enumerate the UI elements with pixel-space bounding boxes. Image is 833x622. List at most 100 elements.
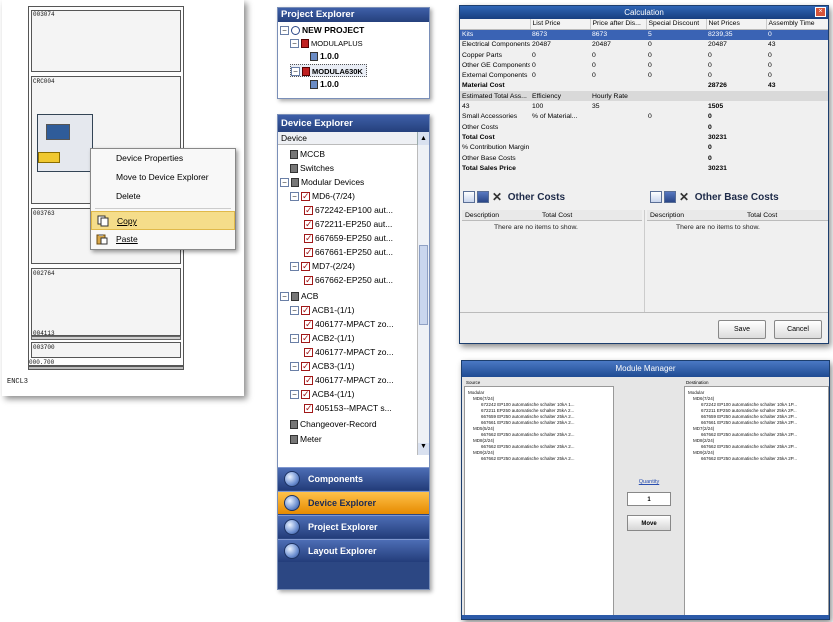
tree-item[interactable]: 667661 EP250 automatische schalter 25kA … xyxy=(481,420,575,425)
checkbox[interactable] xyxy=(304,232,313,245)
cabinet-compartment[interactable] xyxy=(31,10,181,72)
column-header[interactable]: Net Prices xyxy=(706,19,767,30)
table-row[interactable]: 43 100 35 1505 xyxy=(460,101,828,111)
table-row[interactable]: Small Accessories % of Material... 0 0 xyxy=(460,112,828,122)
tree-item[interactable]: MD8(2/24) xyxy=(693,438,714,443)
tree-item[interactable]: 667662 EP250 automatische schalter 25kA … xyxy=(481,432,575,437)
tree-item[interactable]: 667662 EP250 automatische schalter 25kA … xyxy=(481,456,575,461)
tree-item[interactable]: 672242 EP100 automatische schalter 10kA … xyxy=(701,402,797,407)
tree-node[interactable]: − ACB4-(1/1) xyxy=(290,388,355,401)
checkbox[interactable] xyxy=(304,274,313,287)
column-header[interactable] xyxy=(460,19,531,30)
column-header[interactable]: Total Cost xyxy=(747,210,777,221)
collapse-icon[interactable]: − xyxy=(290,390,299,400)
tree-node[interactable]: 672242-EP100 aut... xyxy=(304,204,393,217)
save-button[interactable]: Save xyxy=(718,320,766,339)
tree-node[interactable]: Switches xyxy=(290,162,334,175)
nav-device-explorer-button[interactable]: Device Explorer xyxy=(278,491,429,514)
tree-item[interactable]: 672211 EP250 automatische schalter 25kA … xyxy=(701,408,797,413)
tree-node-modulaplus[interactable]: − MODULAPLUS xyxy=(290,37,363,50)
tree-item[interactable]: MD9(2/24) xyxy=(693,450,714,455)
tree-node[interactable]: Changeover-Record xyxy=(290,418,377,431)
tree-item[interactable]: 667662 EP250 automatische schalter 25kA … xyxy=(701,456,797,461)
table-row[interactable]: Other Base Costs 0 xyxy=(460,153,828,163)
tree-item[interactable]: 667662 EP250 automatische schalter 25kA … xyxy=(701,432,797,437)
tree-node[interactable]: − MD6-(7/24) xyxy=(290,190,355,203)
tree-node[interactable]: − ACB1-(1/1) xyxy=(290,304,355,317)
tree-node[interactable]: − ACB xyxy=(280,290,318,303)
tree-node[interactable]: 672211-EP250 aut... xyxy=(304,218,392,231)
destination-tree[interactable]: Modular MD6(7/24) 672242 EP100 automatisch… xyxy=(684,386,829,618)
save-icon[interactable] xyxy=(664,191,676,204)
tree-item[interactable]: MD6(7/24) xyxy=(473,396,494,401)
table-row[interactable]: Electrical Components 20487 20487 0 20487 43 xyxy=(460,40,828,50)
table-row[interactable]: External Components 0 0 0 0 0 xyxy=(460,70,828,80)
tree-node[interactable]: 405153--MPACT s... xyxy=(304,402,392,415)
collapse-icon[interactable]: − xyxy=(290,362,299,372)
device-column-header[interactable]: Device ▲ xyxy=(278,132,429,145)
tree-node[interactable]: − Modular Devices xyxy=(280,176,364,189)
table-row[interactable]: Total Cost 30231 xyxy=(460,132,828,142)
table-row[interactable]: Total Sales Price 30231 xyxy=(460,163,828,173)
scroll-down-icon[interactable]: ▼ xyxy=(418,443,429,455)
collapse-icon[interactable]: − xyxy=(290,262,299,272)
delete-icon[interactable]: ✕ xyxy=(678,191,690,203)
table-row[interactable]: % Contribution Margin 0 xyxy=(460,143,828,153)
checkbox[interactable] xyxy=(304,346,313,359)
tree-node[interactable]: 667661-EP250 aut... xyxy=(304,246,393,259)
tree-node[interactable]: − ACB3-(1/1) xyxy=(290,360,355,373)
tree-item[interactable]: MD9(2/24) xyxy=(473,450,494,455)
checkbox[interactable] xyxy=(304,318,313,331)
tree-item[interactable]: 667662 EP250 automatische schalter 25kA … xyxy=(701,444,797,449)
tree-node[interactable]: 406177-MPACT zo... xyxy=(304,346,394,359)
column-header[interactable]: Special Discount xyxy=(646,19,707,30)
table-row[interactable]: Copper Parts 0 0 0 0 0 xyxy=(460,50,828,60)
collapse-icon[interactable]: − xyxy=(290,334,299,344)
tree-node[interactable]: 667662-EP250 aut... xyxy=(304,274,393,287)
table-row[interactable]: Other Costs 0 xyxy=(460,122,828,132)
checkbox[interactable] xyxy=(301,332,310,345)
tree-node-version[interactable]: 1.0.0 xyxy=(310,50,339,63)
tree-item[interactable]: 667659 EP250 automatische schalter 25kA … xyxy=(481,414,575,419)
checkbox[interactable] xyxy=(301,260,310,273)
tree-node[interactable]: MCCB xyxy=(290,148,325,161)
collapse-icon[interactable]: − xyxy=(290,39,299,49)
tree-node[interactable]: − ACB2-(1/1) xyxy=(290,332,355,345)
delete-icon[interactable]: ✕ xyxy=(491,191,503,203)
column-header[interactable]: Description xyxy=(465,210,499,221)
breaker-device[interactable] xyxy=(37,114,93,172)
checkbox[interactable] xyxy=(304,374,313,387)
column-header[interactable]: Total Cost xyxy=(542,210,572,221)
tree-node-new-project[interactable]: − NEW PROJECT xyxy=(280,24,364,37)
tree-node[interactable]: 406177-MPACT zo... xyxy=(304,318,394,331)
quantity-input[interactable]: 1 xyxy=(627,492,671,506)
collapse-icon[interactable]: − xyxy=(280,26,289,36)
column-header[interactable]: List Price xyxy=(530,19,591,30)
new-icon[interactable] xyxy=(463,191,475,204)
tree-item[interactable]: 667661 EP250 automatische schalter 25kA … xyxy=(701,420,797,425)
tree-item[interactable]: 672211 EP250 automatische schalter 25kA … xyxy=(481,408,574,413)
checkbox[interactable] xyxy=(301,388,310,401)
menu-item-delete[interactable]: Delete xyxy=(91,187,235,206)
table-row[interactable]: Material Cost 28726 43 xyxy=(460,81,828,91)
checkbox[interactable] xyxy=(301,304,310,317)
collapse-icon[interactable]: − xyxy=(291,67,300,77)
move-button[interactable]: Move xyxy=(627,515,671,531)
tree-node[interactable]: − MD7-(2/24) xyxy=(290,260,355,273)
tree-item[interactable]: Modular xyxy=(688,390,704,395)
tree-item[interactable]: MD6(7/24) xyxy=(693,396,714,401)
tree-item[interactable]: MD8(2/24) xyxy=(473,438,494,443)
table-row[interactable]: Estimated Total Ass... Efficiency Hourly R… xyxy=(460,91,828,102)
cabinet-compartment[interactable] xyxy=(31,268,181,336)
nav-components-button[interactable]: Components xyxy=(278,467,429,490)
source-tree[interactable]: Modular MD6(7/24) 672242 EP100 automatisch… xyxy=(464,386,614,618)
close-icon[interactable]: × xyxy=(815,7,826,17)
nav-project-explorer-button[interactable]: Project Explorer xyxy=(278,515,429,538)
checkbox[interactable] xyxy=(304,218,313,231)
checkbox[interactable] xyxy=(301,190,310,203)
scroll-up-icon[interactable]: ▲ xyxy=(417,132,429,145)
tree-node[interactable]: 667659-EP250 aut... xyxy=(304,232,393,245)
tree-node[interactable]: 406177-MPACT zo... xyxy=(304,374,394,387)
tree-item[interactable]: Modular xyxy=(468,390,484,395)
collapse-icon[interactable]: − xyxy=(280,178,289,188)
